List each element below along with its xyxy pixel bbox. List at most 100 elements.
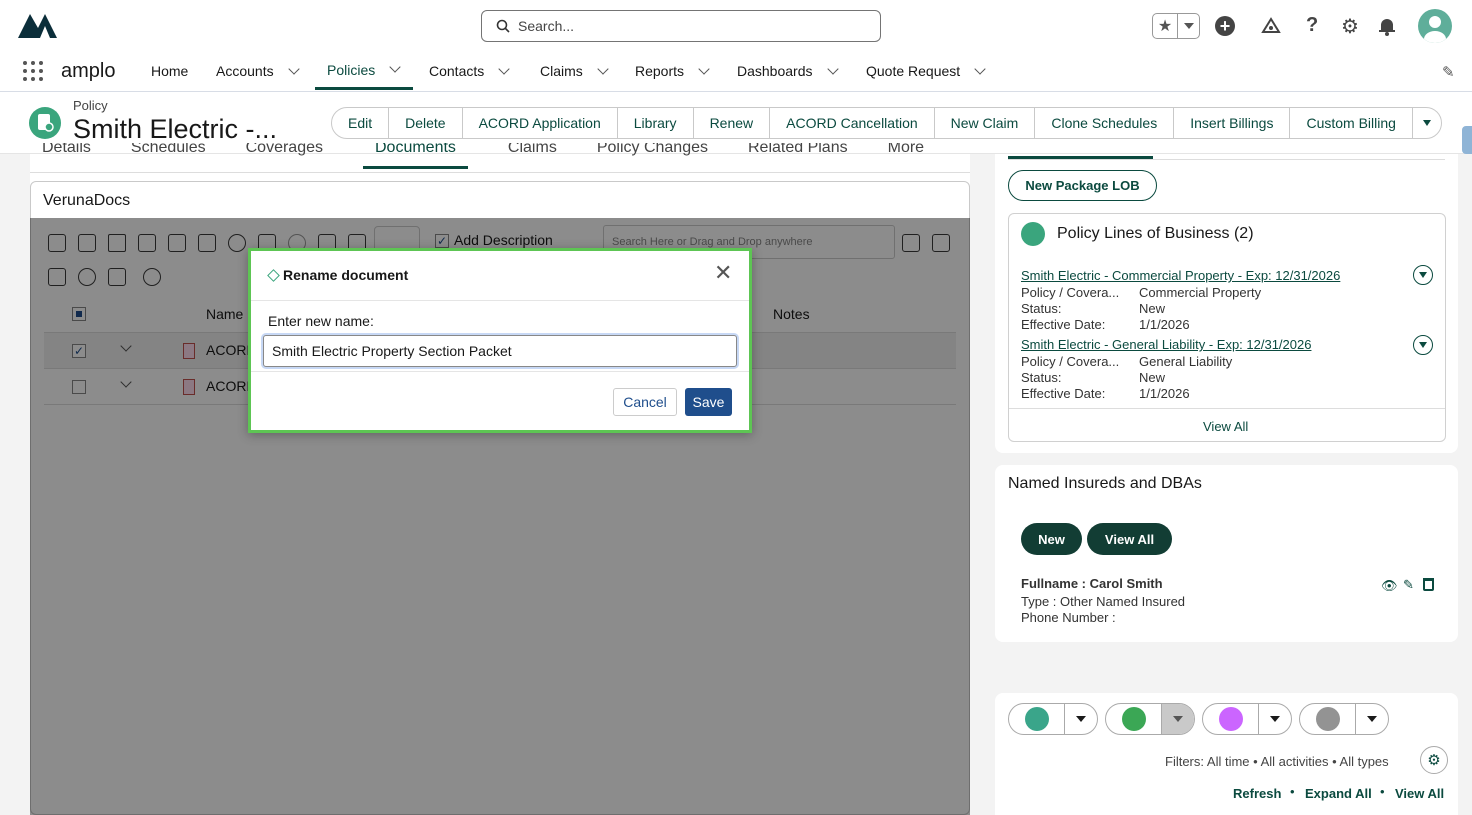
nav-contacts[interactable]: Contacts (429, 52, 510, 90)
log-call-dropdown[interactable] (1065, 704, 1097, 734)
nav-label: Claims (540, 63, 583, 79)
separator-dot: • (1380, 784, 1385, 799)
new-event-button[interactable] (1203, 704, 1259, 734)
tab-more[interactable]: More (888, 143, 924, 172)
more-actions-button[interactable] (1413, 108, 1441, 138)
renew-button[interactable]: Renew (694, 108, 771, 138)
new-name-input[interactable] (263, 335, 737, 367)
chevron-down-icon (1419, 272, 1427, 278)
log-call-button[interactable] (1009, 704, 1065, 734)
tab-policy-changes[interactable]: Policy Changes (597, 143, 708, 172)
action-button-group: Edit Delete ACORD Application Library Re… (331, 107, 1442, 139)
clone-schedules-button[interactable]: Clone Schedules (1035, 108, 1175, 138)
phone-icon (1024, 707, 1049, 731)
save-button[interactable]: Save (685, 388, 732, 416)
avatar[interactable] (1418, 9, 1452, 43)
activity-filters: Filters: All time • All activities • All… (1165, 754, 1389, 769)
tab-schedules[interactable]: Schedules (131, 143, 206, 172)
tab-details[interactable]: Details (42, 143, 91, 172)
tab-documents[interactable]: Documents (363, 143, 468, 169)
lob-menu-button[interactable] (1413, 265, 1433, 285)
record-tabs: Details Schedules Coverages Documents Cl… (30, 143, 970, 173)
insert-billings-button[interactable]: Insert Billings (1174, 108, 1291, 138)
insured-fullname: Fullname : Carol Smith (1021, 576, 1163, 591)
nav-label: Policies (327, 61, 376, 78)
library-button[interactable]: Library (618, 108, 694, 138)
delete-button[interactable]: Delete (389, 108, 463, 138)
named-new-button[interactable]: New (1021, 523, 1082, 555)
record-type: Policy (73, 98, 108, 113)
cancel-button[interactable]: Cancel (613, 388, 677, 416)
new-event-dropdown[interactable] (1259, 704, 1291, 734)
chevron-down-icon[interactable] (698, 62, 710, 75)
email-button[interactable] (1300, 704, 1356, 734)
new-task-dropdown[interactable] (1162, 704, 1194, 734)
chevron-down-icon[interactable] (597, 62, 609, 75)
bell-icon[interactable] (1377, 16, 1397, 36)
nav-dashboards[interactable]: Dashboards (737, 52, 839, 90)
new-package-lob-button[interactable]: New Package LOB (1008, 170, 1157, 201)
nav-reports[interactable]: Reports (635, 52, 710, 90)
chevron-down-icon[interactable] (498, 62, 510, 75)
nav-claims[interactable]: Claims (540, 52, 609, 90)
app-launcher-icon[interactable] (22, 60, 44, 82)
plob-title[interactable]: Policy Lines of Business (2) (1057, 225, 1254, 243)
email-group (1299, 703, 1389, 735)
lob-field-label: Effective Date: (1021, 317, 1106, 332)
chevron-down-icon[interactable] (287, 62, 300, 75)
refresh-link[interactable]: Refresh (1233, 786, 1281, 801)
lob-field-value: New (1139, 301, 1166, 316)
lob-field-label: Status: (1021, 301, 1062, 316)
new-claim-button[interactable]: New Claim (935, 108, 1036, 138)
chevron-down-icon[interactable] (974, 62, 986, 75)
lob-field-value: 1/1/2026 (1139, 386, 1190, 401)
new-task-button[interactable] (1106, 704, 1162, 734)
trailhead-icon[interactable] (1261, 16, 1281, 36)
edit-button[interactable]: Edit (332, 108, 390, 138)
expand-all-link[interactable]: Expand All (1305, 786, 1372, 801)
tab-related-plans[interactable]: Related Plans (748, 143, 848, 172)
eye-icon[interactable]: 👁 (1381, 578, 1398, 594)
tab-claims[interactable]: Claims (508, 143, 557, 172)
close-icon[interactable]: ✕ (714, 262, 732, 284)
lob-link[interactable]: Smith Electric - Commercial Property - E… (1021, 268, 1340, 283)
new-name-label: Enter new name: (268, 313, 374, 329)
plob-view-all-link[interactable]: View All (1203, 419, 1248, 434)
chevron-down-icon[interactable] (389, 61, 401, 73)
lob-link[interactable]: Smith Electric - General Liability - Exp… (1021, 337, 1311, 352)
custom-billing-button[interactable]: Custom Billing (1290, 108, 1413, 138)
nav-policies[interactable]: Policies (315, 52, 413, 90)
trash-icon[interactable] (1423, 578, 1434, 591)
nav-accounts[interactable]: Accounts (216, 52, 300, 90)
edit-nav-icon[interactable]: ✎ (1442, 63, 1455, 81)
favorites-control[interactable]: ★ (1152, 13, 1200, 39)
nav-home[interactable]: Home (151, 52, 188, 90)
named-view-all-button[interactable]: View All (1087, 523, 1172, 555)
new-event-group (1202, 703, 1292, 735)
add-icon[interactable]: + (1215, 16, 1235, 36)
chevron-down-icon[interactable] (826, 62, 839, 75)
modal-title: Rename document (283, 267, 409, 283)
lob-field-label: Policy / Covera... (1021, 354, 1120, 369)
global-search[interactable]: Search... (481, 10, 881, 42)
insured-phone: Phone Number : (1021, 610, 1116, 625)
side-panel-toggle[interactable] (1462, 126, 1472, 154)
tab-coverages[interactable]: Coverages (246, 143, 323, 172)
app-logo[interactable] (18, 12, 58, 40)
activity-settings-button[interactable]: ⚙ (1420, 746, 1448, 774)
tab-divider (1008, 159, 1445, 160)
chevron-down-icon (1177, 14, 1199, 38)
activity-view-all-link[interactable]: View All (1395, 786, 1444, 801)
calendar-icon (1218, 707, 1243, 731)
separator-dot: • (1290, 784, 1295, 799)
help-icon[interactable]: ? (1306, 14, 1318, 37)
acord-cancellation-button[interactable]: ACORD Cancellation (770, 108, 935, 138)
email-dropdown[interactable] (1356, 704, 1388, 734)
nav-quote-request[interactable]: Quote Request (866, 52, 986, 90)
lob-menu-button[interactable] (1413, 335, 1433, 355)
search-icon (496, 19, 510, 33)
gear-icon[interactable]: ⚙ (1341, 14, 1359, 39)
acord-application-button[interactable]: ACORD Application (463, 108, 618, 138)
pencil-icon[interactable]: ✎ (1403, 577, 1414, 593)
chevron-down-icon (1422, 120, 1431, 126)
